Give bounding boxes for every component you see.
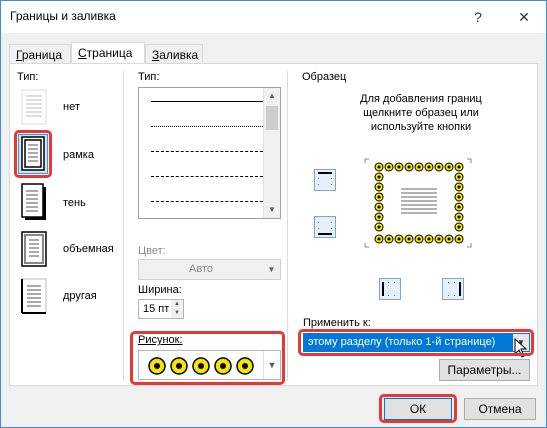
line-style-scrollbar[interactable]: ▲ ▼ <box>263 88 280 218</box>
apply-to-label: Применить к: <box>303 317 371 329</box>
right-border-button[interactable] <box>442 278 464 300</box>
setting-label: Тип: <box>17 71 39 83</box>
tab-border-label: раница <box>21 48 63 62</box>
tab-shading-label: аливка <box>159 48 199 62</box>
help-button[interactable]: ? <box>464 5 492 29</box>
options-button[interactable]: Параметры... <box>439 359 530 381</box>
column-divider-left <box>123 71 124 381</box>
tab-border[interactable]: Граница <box>9 44 71 64</box>
scroll-thumb[interactable] <box>266 106 278 130</box>
line-style-dashed-small[interactable] <box>151 151 263 152</box>
setting-3d-label[interactable]: объемная <box>63 243 114 255</box>
line-style-solid[interactable] <box>151 101 263 102</box>
color-dropdown[interactable]: Авто ▼ <box>138 259 281 280</box>
line-style-dotted[interactable] <box>151 126 263 127</box>
spin-down-icon[interactable]: ▼ <box>171 309 183 318</box>
width-spinner[interactable]: 15 пт ▲ ▼ <box>138 299 184 319</box>
line-style-list[interactable]: ▲ ▼ <box>138 87 281 219</box>
dialog-title: Границы и заливка <box>10 9 116 23</box>
column-divider-right <box>287 71 288 381</box>
tab-page-label: траница <box>86 46 133 60</box>
title-bar: Границы и заливка ? ✕ <box>1 1 546 33</box>
close-button[interactable]: ✕ <box>510 5 538 29</box>
3d-border-icon[interactable] <box>18 229 48 269</box>
bottom-border-button[interactable] <box>314 216 336 238</box>
shadow-border-icon[interactable] <box>18 181 48 221</box>
art-highlight <box>130 331 285 385</box>
no-border-icon[interactable] <box>18 87 48 127</box>
borders-and-shading-dialog: Границы и заливка ? ✕ Граница Страница З… <box>0 0 547 428</box>
tab-shading[interactable]: Заливка <box>145 44 203 64</box>
preview-hint-line2: щелкните образец или <box>363 107 479 119</box>
ok-highlight <box>379 394 457 423</box>
scroll-up-icon[interactable]: ▲ <box>264 88 280 104</box>
setting-box-label[interactable]: рамка <box>63 149 94 161</box>
chevron-down-icon[interactable]: ▼ <box>263 260 280 279</box>
left-border-button[interactable] <box>379 278 401 300</box>
setting-custom-label[interactable]: другая <box>63 290 97 302</box>
width-value: 15 пт <box>143 303 170 315</box>
style-label: Тип: <box>138 71 160 83</box>
setting-shadow-label[interactable]: тень <box>63 197 86 209</box>
setting-none-label[interactable]: нет <box>63 101 80 113</box>
tab-page-mnemonic: С <box>78 46 87 60</box>
preview-hint-line1: Для добавления границ <box>360 93 482 105</box>
color-label: Цвет: <box>138 245 166 257</box>
width-label: Ширина: <box>138 284 182 296</box>
scroll-down-icon[interactable]: ▼ <box>264 202 280 218</box>
preview-page[interactable] <box>363 157 473 249</box>
top-border-button[interactable] <box>314 169 336 191</box>
spin-up-icon[interactable]: ▲ <box>171 300 183 309</box>
cancel-button[interactable]: Отмена <box>464 398 536 420</box>
color-value: Авто <box>189 263 213 275</box>
line-style-dash-dot[interactable] <box>151 201 263 202</box>
preview-hint-line3: используйте кнопки <box>370 121 472 133</box>
apply-to-highlight <box>298 329 534 356</box>
tab-page[interactable]: Страница <box>71 42 145 65</box>
line-style-dashed[interactable] <box>151 176 263 177</box>
custom-border-icon[interactable] <box>18 276 48 316</box>
setting-box-highlight <box>14 130 52 178</box>
preview-hint: Для добавления границ щелкните образец и… <box>331 92 511 134</box>
